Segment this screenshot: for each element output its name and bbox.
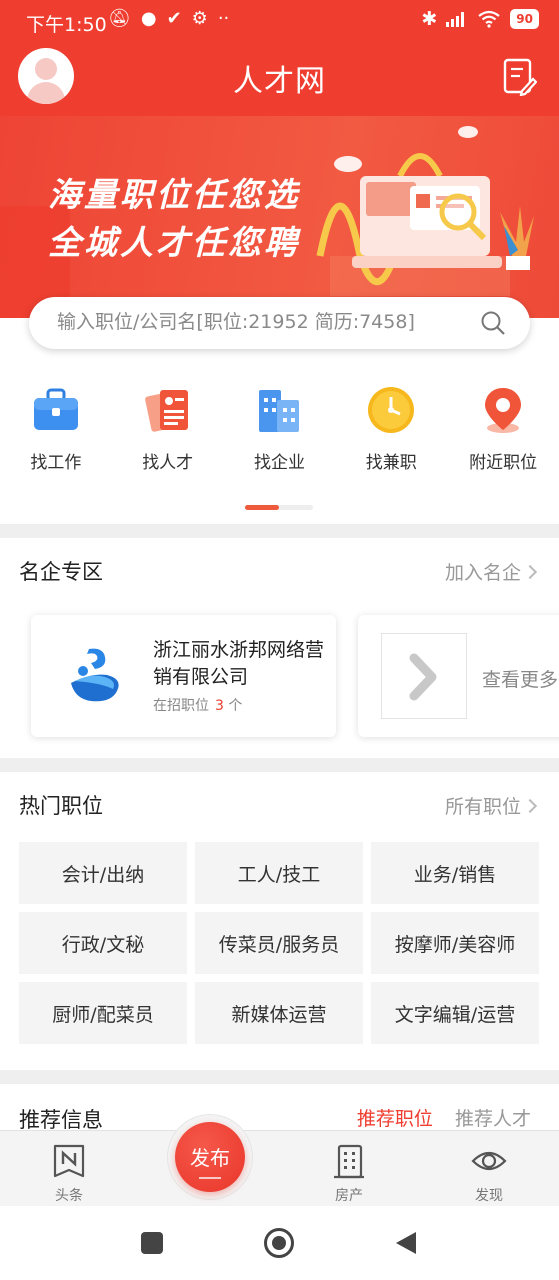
home-icon[interactable]	[263, 1227, 295, 1259]
company-logo	[71, 648, 119, 702]
hot-jobs-grid: 会计/出纳 工人/技工 业务/销售 行政/文秘 传菜员/服务员 按摩师/美容师 …	[19, 842, 541, 1044]
chevron-right-icon	[409, 653, 437, 701]
building-grid-icon	[334, 1144, 364, 1179]
quick-nav: 找工作 找人才 找企业 找兼职 附近职位	[0, 384, 559, 473]
search-input[interactable]	[57, 307, 467, 337]
nav-find-talent[interactable]: 找人才	[112, 384, 224, 473]
back-icon[interactable]	[394, 1230, 418, 1256]
company-card[interactable]: 浙江丽水浙邦网络营销有限公司 在招职位 3 个	[31, 615, 336, 737]
more-dots-icon: ··	[217, 8, 230, 29]
signal-icon	[446, 12, 465, 27]
recents-icon[interactable]	[140, 1231, 164, 1255]
recommend-tabs: 推荐职位 推荐人才	[357, 1104, 531, 1131]
job-category[interactable]: 行政/文秘	[19, 912, 187, 974]
tab-realestate[interactable]: 房产	[309, 1143, 389, 1205]
status-bar: 下午1:50 🔕︎ ● ✔ ⚙ ·· ✱ 90	[0, 0, 559, 42]
tab-recommend-jobs[interactable]: 推荐职位	[357, 1108, 433, 1130]
bottom-tab-bar: 头条 房产 发现	[0, 1130, 559, 1206]
settings-icon: ⚙	[191, 8, 208, 29]
chevron-right-icon	[522, 798, 538, 814]
tab-discover[interactable]: 发现	[449, 1143, 529, 1205]
status-notification-icons: 🔕︎ ● ✔ ⚙ ··	[108, 8, 229, 29]
tab-recommend-talent[interactable]: 推荐人才	[455, 1108, 531, 1130]
banner-slogan-1: 海量职位任您选	[48, 175, 300, 214]
job-category[interactable]: 工人/技工	[195, 842, 363, 904]
check-icon: ✔	[166, 8, 182, 29]
bluetooth-icon: ✱	[421, 8, 438, 30]
tab-label: 房产	[335, 1188, 363, 1204]
section-title: 热门职位	[19, 794, 103, 818]
tab-headlines[interactable]: 头条	[29, 1143, 109, 1205]
tab-label: 头条	[55, 1188, 83, 1204]
job-category[interactable]: 新媒体运营	[195, 982, 363, 1044]
view-more-card[interactable]: 查看更多	[358, 615, 559, 737]
search-icon[interactable]	[480, 310, 506, 336]
tab-label: 发现	[475, 1188, 503, 1204]
job-category[interactable]: 厨师/配菜员	[19, 982, 187, 1044]
job-category[interactable]: 文字编辑/运营	[371, 982, 539, 1044]
nav-nearby-jobs[interactable]: 附近职位	[447, 384, 559, 473]
page-indicator	[245, 505, 313, 510]
edit-resume-icon[interactable]	[503, 58, 537, 96]
hot-jobs-section: 热门职位 所有职位 会计/出纳 工人/技工 业务/销售 行政/文秘 传菜员/服务…	[0, 772, 559, 1070]
status-right: ✱ 90	[421, 8, 539, 30]
resume-icon	[144, 390, 188, 432]
system-navigation-bar	[0, 1206, 559, 1280]
nav-label: 找工作	[30, 453, 82, 473]
clock-icon	[368, 387, 415, 433]
page-title: 人才网	[233, 64, 326, 99]
banner-slogan-2: 全城人才任您聘	[48, 223, 300, 262]
publish-button[interactable]: 发布	[175, 1122, 245, 1192]
news-icon	[53, 1144, 85, 1178]
nav-label: 附近职位	[469, 453, 538, 473]
briefcase-icon	[33, 388, 78, 430]
nav-label: 找兼职	[365, 453, 417, 473]
famous-companies-section: 名企专区 加入名企 浙江丽水浙邦网络营销有限公司 在招职位 3 个 查看更多	[0, 538, 559, 758]
view-more-label: 查看更多	[482, 669, 559, 691]
company-name: 浙江丽水浙邦网络营销有限公司	[153, 639, 325, 688]
company-open-positions: 在招职位 3 个	[153, 698, 243, 714]
status-time: 下午1:50	[26, 14, 107, 36]
building-icon	[259, 390, 300, 432]
job-category[interactable]: 按摩师/美容师	[371, 912, 539, 974]
job-category[interactable]: 传菜员/服务员	[195, 912, 363, 974]
nav-find-job[interactable]: 找工作	[0, 384, 112, 473]
nav-label: 找企业	[253, 453, 305, 473]
app-header: 下午1:50 🔕︎ ● ✔ ⚙ ·· ✱ 90 人才网	[0, 0, 559, 116]
wifi-icon	[478, 10, 500, 28]
nav-label: 找人才	[142, 453, 194, 473]
chat-icon: ●	[140, 8, 157, 29]
chevron-right-icon	[522, 564, 538, 580]
nav-find-company[interactable]: 找企业	[224, 384, 336, 473]
job-category[interactable]: 会计/出纳	[19, 842, 187, 904]
all-jobs-link[interactable]: 所有职位	[445, 792, 538, 819]
section-title: 名企专区	[19, 560, 103, 584]
more-arrow-box	[381, 633, 467, 719]
promo-banner[interactable]: 海量职位任您选 全城人才任您聘	[0, 116, 559, 318]
join-famous-link[interactable]: 加入名企	[445, 558, 538, 585]
eye-icon	[471, 1151, 507, 1171]
search-bar[interactable]	[29, 297, 530, 349]
job-category[interactable]: 业务/销售	[371, 842, 539, 904]
mute-icon: 🔕︎	[108, 8, 131, 29]
nav-find-parttime[interactable]: 找兼职	[335, 384, 447, 473]
battery-icon: 90	[510, 9, 539, 29]
location-pin-icon	[485, 388, 522, 433]
